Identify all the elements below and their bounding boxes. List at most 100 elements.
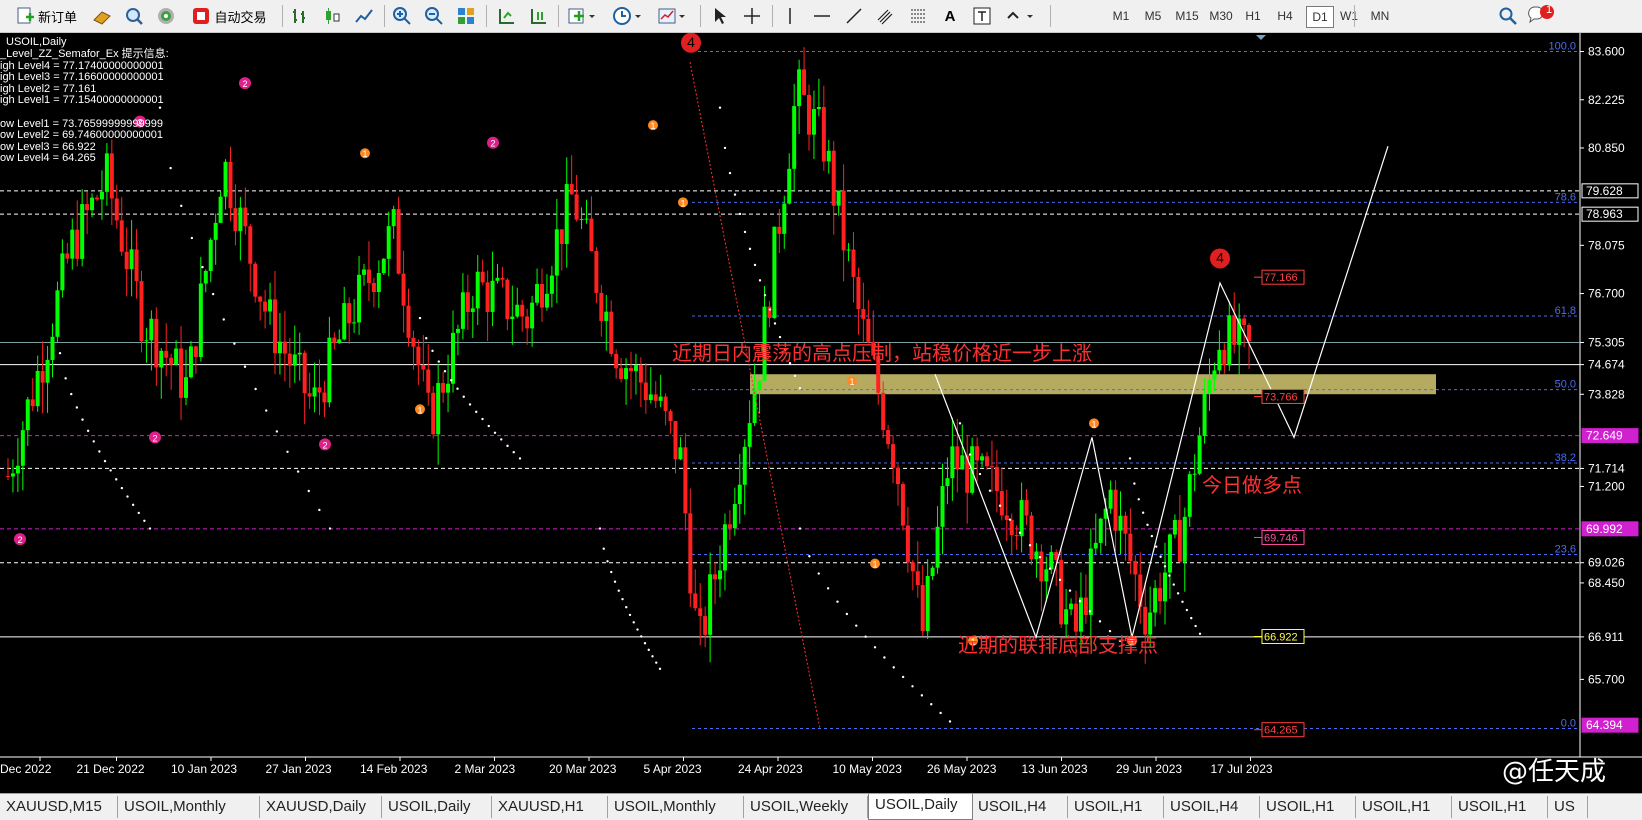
chart-tab-bar: XAUUSD,M15 USOIL,Monthly XAUUSD,Daily USOIL… bbox=[0, 793, 1642, 820]
semafor-number: 4 bbox=[1216, 249, 1224, 265]
candle-body bbox=[905, 525, 910, 563]
timeframe-m1-button[interactable]: M1 bbox=[1108, 6, 1134, 26]
chart-tab[interactable]: USOIL,Daily bbox=[382, 796, 492, 818]
cursor-button[interactable] bbox=[708, 4, 732, 28]
periods-button[interactable] bbox=[610, 4, 646, 28]
chart-tab[interactable]: USOIL,H4 bbox=[972, 796, 1068, 818]
chart-tab[interactable]: USOIL,Daily bbox=[868, 794, 973, 820]
notifications-button[interactable]: 1 bbox=[1524, 4, 1558, 28]
zoom-out-button[interactable] bbox=[422, 4, 446, 28]
chart-tab[interactable]: USOIL,H1 bbox=[1260, 796, 1356, 818]
autoscroll-button[interactable] bbox=[494, 4, 518, 28]
zoom-in-button[interactable] bbox=[390, 4, 414, 28]
chart-tab[interactable]: XAUUSD,Daily bbox=[260, 796, 382, 818]
candle-body bbox=[302, 352, 307, 394]
sar-dot bbox=[625, 606, 628, 609]
bar-chart-button[interactable] bbox=[288, 4, 312, 28]
level-tag-text: 64.265 bbox=[1264, 725, 1298, 737]
candlestick-button[interactable] bbox=[320, 4, 344, 28]
timeframe-d1-button[interactable]: D1 bbox=[1306, 6, 1334, 28]
candle-body bbox=[861, 309, 866, 319]
chart-tab[interactable]: USOIL,H1 bbox=[1452, 796, 1548, 818]
chart-tab[interactable]: USOIL,H4 bbox=[1164, 796, 1260, 818]
candle-body bbox=[1069, 603, 1074, 610]
candle-body bbox=[1182, 516, 1187, 562]
semafor-number: 1 bbox=[650, 121, 655, 131]
timeframe-h4-button[interactable]: H4 bbox=[1272, 6, 1298, 26]
candle-body bbox=[1212, 370, 1217, 380]
candle-body bbox=[1059, 560, 1064, 625]
candle-body bbox=[574, 194, 579, 220]
chart-tab[interactable]: USOIL,H1 bbox=[1068, 796, 1164, 818]
chart-tab[interactable]: USOIL,H1 bbox=[1356, 796, 1452, 818]
sar-dot bbox=[475, 410, 478, 414]
indicators-button[interactable] bbox=[564, 4, 600, 28]
price-tick-label: 82.225 bbox=[1588, 93, 1625, 107]
candle-body bbox=[149, 318, 154, 341]
trendline-button[interactable] bbox=[842, 4, 866, 28]
horizontal-line-button[interactable] bbox=[810, 4, 834, 28]
chart-tab[interactable]: USOIL,Weekly bbox=[744, 796, 868, 818]
auto-trade-button[interactable]: 自动交易 bbox=[186, 4, 272, 28]
candle-body bbox=[1232, 315, 1237, 345]
price-chart[interactable]: 100.0 78.6 61.8 50.0 38.2 23.6 0.0 4 4 2 2 2 2 2 2 1 1 1 1… bbox=[0, 33, 1642, 793]
channel-button[interactable] bbox=[874, 4, 898, 28]
chart-tab[interactable]: XAUUSD,M15 bbox=[0, 796, 118, 818]
candle-body bbox=[223, 161, 228, 197]
sar-dot bbox=[988, 489, 992, 492]
price-tick-label: 83.600 bbox=[1588, 45, 1625, 59]
sar-dot bbox=[998, 504, 1002, 507]
candle-body bbox=[777, 226, 782, 234]
sar-dot bbox=[808, 555, 811, 558]
grid-icon bbox=[458, 8, 474, 24]
price-highlight-label: 64.394 bbox=[1586, 718, 1623, 732]
arrows-button[interactable] bbox=[1002, 4, 1038, 28]
sar-dot bbox=[658, 667, 662, 671]
text-button[interactable]: A bbox=[938, 4, 962, 28]
sar-dot bbox=[1128, 457, 1132, 460]
candle-body bbox=[243, 207, 248, 227]
timeframe-m15-button[interactable]: M15 bbox=[1172, 6, 1202, 26]
fibonacci-button[interactable] bbox=[906, 4, 930, 28]
candle-body bbox=[584, 218, 589, 220]
timeframe-m5-button[interactable]: M5 bbox=[1140, 6, 1166, 26]
navigator-button[interactable] bbox=[154, 4, 178, 28]
semafor-number: 2 bbox=[322, 440, 327, 450]
line-chart-button[interactable] bbox=[352, 4, 376, 28]
magnifier-chart-icon bbox=[126, 8, 143, 25]
sar-dot bbox=[798, 527, 802, 530]
templates-button[interactable] bbox=[654, 4, 690, 28]
fibonacci-label: 78.6 bbox=[1555, 191, 1576, 203]
candle-body bbox=[144, 340, 149, 342]
candle-body bbox=[1004, 515, 1009, 520]
vertical-line-button[interactable] bbox=[778, 4, 802, 28]
data-window-button[interactable] bbox=[122, 4, 146, 28]
sar-dot bbox=[328, 527, 332, 530]
search-button[interactable] bbox=[1496, 4, 1520, 28]
candle-body bbox=[535, 284, 540, 303]
sar-dot bbox=[1098, 620, 1102, 623]
timeframe-w1-button[interactable]: W1 bbox=[1336, 6, 1362, 26]
candle-body bbox=[940, 486, 945, 527]
candle-body bbox=[989, 466, 994, 468]
new-order-button[interactable]: 新订单 bbox=[8, 4, 84, 28]
chart-shift-button[interactable] bbox=[526, 4, 550, 28]
candle-body bbox=[134, 249, 139, 282]
crosshair-button[interactable] bbox=[740, 4, 764, 28]
candle-body bbox=[426, 369, 431, 393]
text-label-button[interactable] bbox=[970, 4, 994, 28]
market-watch-button[interactable] bbox=[90, 4, 114, 28]
candle-body bbox=[1172, 520, 1177, 535]
timeframe-h1-button[interactable]: H1 bbox=[1240, 6, 1266, 26]
chart-tab[interactable]: XAUUSD,H1 bbox=[492, 796, 608, 818]
chart-tab[interactable]: US bbox=[1548, 796, 1588, 818]
chart-canvas[interactable]: 100.078.661.850.038.223.60.0442222221111… bbox=[0, 33, 1642, 793]
sar-dot bbox=[254, 387, 257, 391]
tile-windows-button[interactable] bbox=[454, 4, 478, 28]
chart-tab[interactable]: USOIL,Monthly bbox=[608, 796, 744, 818]
chart-tab[interactable]: USOIL,Monthly bbox=[118, 796, 260, 818]
sar-dot bbox=[1133, 482, 1136, 485]
timeframe-m30-button[interactable]: M30 bbox=[1206, 6, 1236, 26]
timeframe-mn-button[interactable]: MN bbox=[1366, 6, 1394, 26]
sar-dot bbox=[617, 589, 620, 592]
